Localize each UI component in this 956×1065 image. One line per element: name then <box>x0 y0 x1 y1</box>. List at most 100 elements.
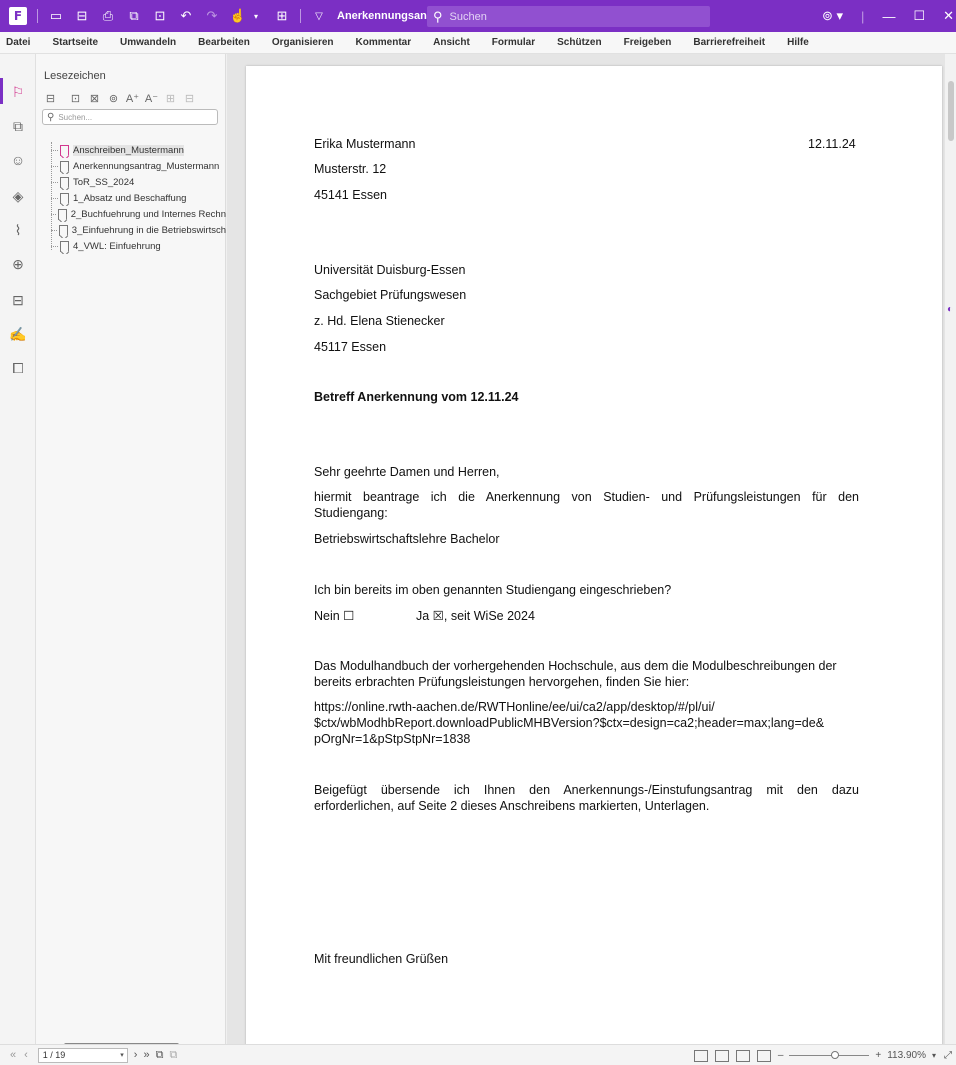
status-bar: « ‹ 1 / 19 ▾ › » ⧉ ⧉ – + 113.90% ▾ ⤢ <box>0 1044 956 1065</box>
bookmark-item[interactable]: 4_VWL: Einfuehrung <box>48 238 226 254</box>
bookmark-label: Anschreiben_Mustermann <box>73 144 184 156</box>
expand-bookmark-icon[interactable]: ⊞ <box>162 90 179 106</box>
select-tool-icon[interactable]: ⊞ <box>274 8 290 24</box>
closing: Mit freundlichen Grüßen <box>314 952 449 966</box>
fit-width-icon[interactable]: ⧉ <box>169 1049 177 1062</box>
redo-icon[interactable]: ↷ <box>204 8 220 24</box>
bookmark-icon <box>57 208 67 220</box>
zoom-in-icon[interactable]: + <box>875 1050 881 1061</box>
zoom-dropdown-icon[interactable]: ▾ <box>932 1051 936 1060</box>
close-button[interactable]: ✕ <box>943 8 954 24</box>
hand-tool-icon[interactable]: ☝ <box>230 8 246 24</box>
menu-ansicht[interactable]: Ansicht <box>422 37 481 48</box>
layers-icon[interactable]: ◈ <box>8 186 28 206</box>
menu-hilfe[interactable]: Hilfe <box>776 37 820 48</box>
previous-page-icon[interactable]: ‹ <box>24 1049 28 1061</box>
form-fields-icon[interactable]: ⊟ <box>8 290 28 310</box>
active-indicator <box>0 78 3 104</box>
delete-bookmark-icon[interactable]: ⊠ <box>86 90 103 106</box>
subject-line: Betreff Anerkennung vom 12.11.24 <box>314 390 519 404</box>
paragraph-line: bereits erbrachten Prüfungsleistungen he… <box>314 675 690 689</box>
url-line: $ctx/wbModhbReport.downloadPublicMHBVers… <box>314 716 825 730</box>
salutation: Sehr geehrte Damen und Herren, <box>314 465 500 479</box>
bookmark-item[interactable]: 1_Absatz und Beschaffung <box>48 190 226 206</box>
customize-toolbar-icon[interactable]: ▽ <box>311 8 327 24</box>
page-number-input[interactable]: 1 / 19 ▾ <box>37 1047 128 1063</box>
scrollbar-thumb[interactable] <box>948 81 954 141</box>
dropdown-arrow-icon[interactable]: ▾ <box>248 8 264 24</box>
single-page-view-icon[interactable] <box>693 1049 708 1062</box>
account-icon[interactable]: ⊚ ▾ <box>822 8 843 24</box>
continuous-view-icon[interactable] <box>714 1049 729 1062</box>
chevron-down-icon[interactable]: ▾ <box>120 1051 124 1059</box>
paragraph-line: hiermit beantrage ich die Anerkennung vo… <box>314 490 859 504</box>
decrease-font-icon[interactable]: A⁻ <box>143 90 160 106</box>
answer-no: Nein ☐ <box>314 609 355 623</box>
sender-street: Musterstr. 12 <box>314 162 387 176</box>
two-page-continuous-icon[interactable] <box>756 1049 771 1062</box>
url-line: https://online.rwth-aachen.de/RWTHonline… <box>314 700 715 714</box>
comment-icon[interactable]: ☺ <box>8 150 28 170</box>
zoom-level[interactable]: 113.90% <box>887 1050 926 1061</box>
increase-font-icon[interactable]: A⁺ <box>124 90 141 106</box>
letter-date: 12.11.24 <box>808 137 856 151</box>
search-icon: ⚲ <box>433 8 443 24</box>
sender-name: Erika Mustermann <box>314 137 416 151</box>
open-folder-icon[interactable]: ▭ <box>48 8 64 24</box>
minimize-button[interactable]: — <box>882 9 895 24</box>
bookmark-item[interactable]: Anerkennungsantrag_Mustermann <box>48 158 226 174</box>
floating-tool-icon[interactable]: ◐ <box>947 304 953 315</box>
bookmark-icon[interactable]: ⚐ <box>8 82 28 102</box>
zoom-slider-knob[interactable] <box>831 1051 840 1059</box>
print-icon[interactable]: ⎙ <box>100 8 116 24</box>
attachment-icon[interactable]: ⌇ <box>8 220 28 240</box>
bookmark-item[interactable]: Anschreiben_Mustermann <box>48 142 226 158</box>
collapse-bookmark-icon[interactable]: ⊟ <box>181 90 198 106</box>
bookmark-icon <box>60 176 69 188</box>
bookmark-icon <box>60 144 69 156</box>
bookmark-toolbar: ⊟ ⊡ ⊠ ⊚ A⁺ A⁻ ⊞ ⊟ <box>42 90 200 106</box>
menu-organisieren[interactable]: Organisieren <box>261 37 345 48</box>
menu-freigeben[interactable]: Freigeben <box>613 37 683 48</box>
recipient-attn: z. Hd. Elena Stienecker <box>314 314 445 328</box>
bookmark-item[interactable]: 3_Einfuehrung in die Betriebswirtsch <box>48 222 226 238</box>
first-page-icon[interactable]: « <box>10 1049 16 1061</box>
app-logo: F <box>9 7 27 25</box>
find-bookmark-icon[interactable]: ⊚ <box>105 90 122 106</box>
pdf-page: Erika Mustermann 12.11.24 Musterstr. 12 … <box>246 66 942 1056</box>
panel-title: Lesezeichen <box>44 70 106 82</box>
menu-startseite[interactable]: Startseite <box>41 37 109 48</box>
fit-page-icon[interactable]: ⧉ <box>156 1049 164 1062</box>
save-icon[interactable]: ⊟ <box>74 8 90 24</box>
menu-formular[interactable]: Formular <box>481 37 546 48</box>
bookmark-item[interactable]: 2_Buchfuehrung und Internes Rechn <box>48 206 226 222</box>
search-box[interactable]: ⚲ Suchen <box>427 6 710 27</box>
menu-bearbeiten[interactable]: Bearbeiten <box>187 37 261 48</box>
new-document-icon[interactable]: ⊡ <box>152 8 168 24</box>
program-name: Betriebswirtschaftslehre Bachelor <box>314 532 500 546</box>
undo-icon[interactable]: ↶ <box>178 8 194 24</box>
security-icon[interactable]: ⊕ <box>8 254 28 274</box>
menu-barrierefreiheit[interactable]: Barrierefreiheit <box>682 37 776 48</box>
expand-all-icon[interactable]: ⊟ <box>42 90 59 106</box>
add-bookmark-icon[interactable]: ⊡ <box>67 90 84 106</box>
bookmark-search-input[interactable]: ⚲ Suchen... <box>42 109 218 125</box>
fullscreen-icon[interactable]: ⤢ <box>944 1050 952 1061</box>
bookmark-item[interactable]: ToR_SS_2024 <box>48 174 226 190</box>
menu-schuetzen[interactable]: Schützen <box>546 37 612 48</box>
menu-datei[interactable]: Datei <box>0 37 41 48</box>
vertical-scrollbar[interactable] <box>945 54 956 1044</box>
compare-icon[interactable]: ⧠ <box>8 358 28 378</box>
maximize-button[interactable]: ☐ <box>913 8 925 24</box>
zoom-slider[interactable] <box>789 1051 870 1059</box>
two-page-view-icon[interactable] <box>735 1049 750 1062</box>
menu-umwandeln[interactable]: Umwandeln <box>109 37 187 48</box>
zoom-out-icon[interactable]: – <box>778 1050 784 1061</box>
pages-icon[interactable]: ⧉ <box>8 116 28 136</box>
clipboard-icon[interactable]: ⧉ <box>126 8 142 24</box>
search-placeholder: Suchen <box>449 10 487 23</box>
signature-icon[interactable]: ✍ <box>8 324 28 344</box>
next-page-icon[interactable]: › <box>134 1049 138 1061</box>
menu-kommentar[interactable]: Kommentar <box>345 37 423 48</box>
last-page-icon[interactable]: » <box>143 1049 149 1061</box>
